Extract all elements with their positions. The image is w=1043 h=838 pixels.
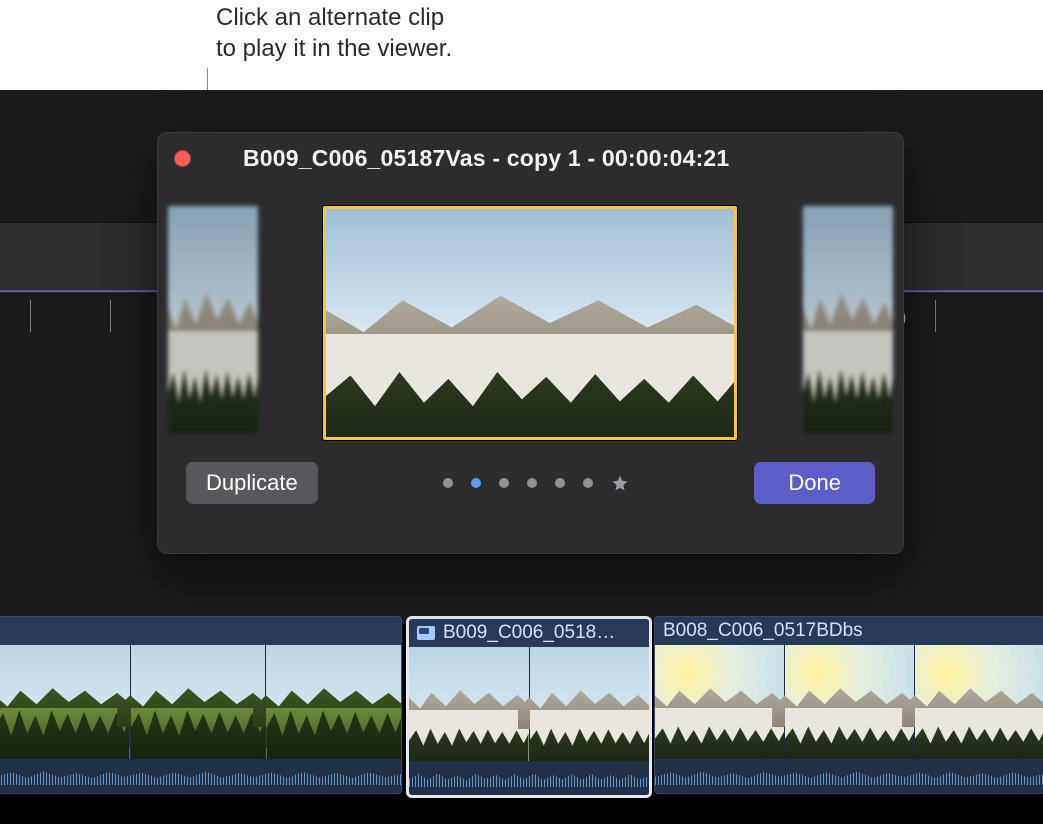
timeline-clip[interactable]: B009_C006_0518…: [406, 616, 652, 798]
page-dot[interactable]: [471, 478, 481, 488]
timeline[interactable]: B009_C006_0518… B008_C006_0517BDbs: [0, 616, 1043, 796]
popover-title: B009_C006_05187Vas - copy 1 - 00:00:04:2…: [243, 145, 729, 172]
page-dot[interactable]: [555, 478, 565, 488]
page-dot[interactable]: [583, 478, 593, 488]
audio-waveform: [409, 761, 649, 795]
audition-carousel: [158, 188, 903, 448]
clip-label: B009_C006_0518…: [443, 622, 615, 644]
ruler-tick: [935, 300, 936, 332]
audition-badge-icon: [417, 626, 435, 640]
audio-waveform: [0, 759, 401, 793]
clip-label: B008_C006_0517BDbs: [663, 620, 863, 642]
done-button[interactable]: Done: [754, 462, 875, 504]
ruler-tick: [30, 300, 31, 332]
callout-text: Click an alternate clip to play it in th…: [216, 2, 452, 64]
alternate-clip-thumbnail[interactable]: [168, 206, 258, 434]
page-indicator[interactable]: [443, 474, 629, 492]
audition-popover: B009_C006_05187Vas - copy 1 - 00:00:04:2…: [157, 132, 904, 554]
close-button[interactable]: [174, 150, 191, 167]
alternate-clip-thumbnail[interactable]: [803, 206, 893, 434]
page-dot[interactable]: [443, 478, 453, 488]
timeline-clip[interactable]: [0, 616, 402, 794]
star-icon[interactable]: [611, 474, 629, 492]
page-dot[interactable]: [527, 478, 537, 488]
timeline-clip[interactable]: B008_C006_0517BDbs: [654, 616, 1043, 794]
duplicate-button[interactable]: Duplicate: [186, 462, 318, 504]
ruler-tick: [110, 300, 111, 332]
selected-clip-thumbnail[interactable]: [323, 206, 737, 440]
audio-waveform: [655, 759, 1043, 793]
page-dot[interactable]: [499, 478, 509, 488]
